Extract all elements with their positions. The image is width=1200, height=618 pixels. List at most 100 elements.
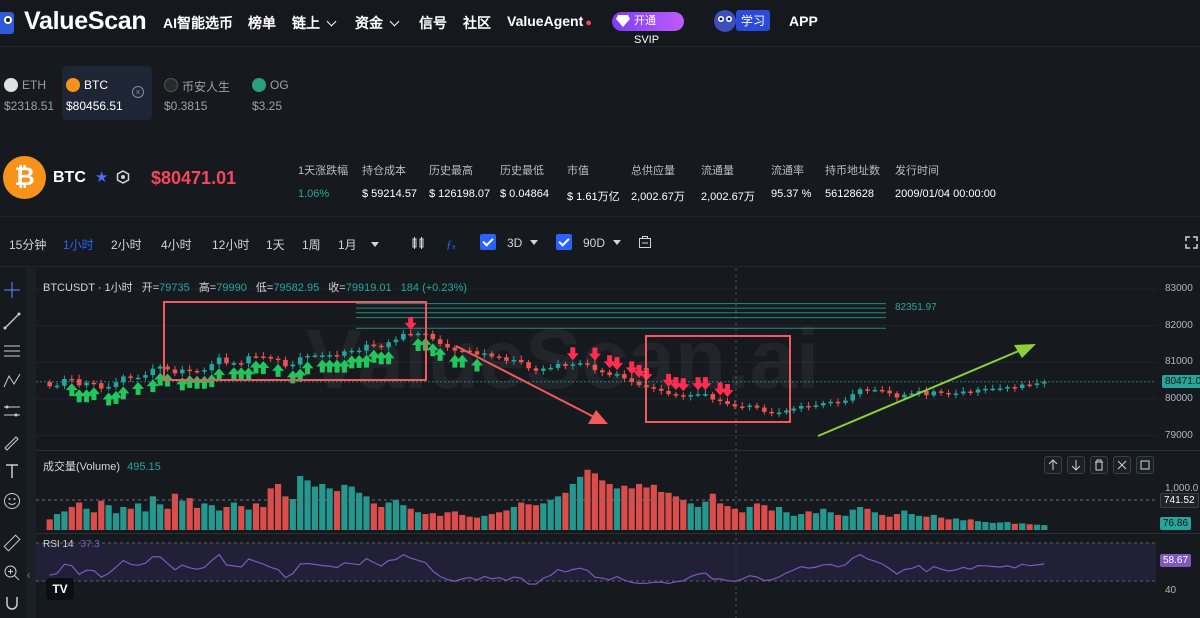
delete-pane-button[interactable]: [1090, 456, 1108, 474]
candle-body: [474, 351, 480, 355]
chart-area[interactable]: ValueScan.ai: [36, 268, 1200, 618]
divider: [0, 266, 1200, 267]
candle-body: [76, 379, 82, 386]
volume-bar: [481, 515, 488, 530]
coin-tab-btc[interactable]: BTC $80456.51 ×: [62, 66, 152, 120]
timeframe-1w[interactable]: 1周: [302, 236, 321, 253]
nav-valueagent[interactable]: ValueAgent ●: [507, 13, 592, 29]
tradingview-logo-icon[interactable]: TV: [46, 578, 74, 600]
timeframe-4h[interactable]: 4小时: [161, 236, 192, 253]
volume-bar: [363, 496, 370, 530]
chevron-left-icon[interactable]: ‹: [27, 570, 30, 581]
candle-body: [320, 355, 325, 357]
toolbar-collapse-strip[interactable]: [26, 268, 36, 618]
timeframe-12h[interactable]: 12小时: [212, 236, 249, 253]
nav-community[interactable]: 社区: [463, 13, 491, 33]
volume-bar: [908, 514, 915, 530]
candle-body: [297, 357, 303, 365]
nav-ranking[interactable]: 榜单: [248, 13, 276, 33]
candle-body: [54, 385, 60, 388]
price-axis-label: 80000: [1165, 393, 1193, 404]
top-nav: ValueScan AI智能选币 榜单 链上 资金 信号 社区 ValueAge…: [0, 0, 1200, 46]
zoom-icon[interactable]: [2, 563, 22, 583]
timeframe-2h[interactable]: 2小时: [111, 236, 142, 253]
volume-bar: [599, 480, 606, 530]
candle-body: [577, 363, 583, 365]
study-button[interactable]: 学习: [712, 8, 772, 34]
stat-market-cap: 市值 $ 1.61万亿: [567, 162, 620, 204]
candle-body: [1012, 387, 1018, 389]
crosshair-icon[interactable]: [2, 280, 22, 300]
collapse-pane-button[interactable]: [1113, 456, 1131, 474]
candle-body: [209, 364, 215, 371]
fullscreen-icon[interactable]: [1185, 236, 1198, 249]
chain-hex-icon[interactable]: [116, 170, 130, 184]
volume-bar: [798, 514, 805, 530]
coin-tab-og[interactable]: OG $3.25: [248, 66, 296, 120]
volume-bar: [901, 510, 908, 530]
volume-bar: [473, 517, 481, 530]
star-icon[interactable]: ★: [95, 168, 108, 186]
nav-signals[interactable]: 信号: [419, 13, 447, 33]
nav-funds[interactable]: 资金: [355, 13, 400, 33]
stat-value: 2,002.67万: [701, 191, 755, 203]
volume-bar: [98, 500, 105, 530]
camera-icon[interactable]: [638, 235, 652, 249]
brand-name[interactable]: ValueScan: [24, 7, 147, 36]
volume-bar: [709, 493, 716, 530]
candle-body: [673, 394, 679, 396]
volume-bar: [938, 517, 945, 530]
maximize-pane-button[interactable]: [1136, 456, 1154, 474]
pane-divider: [36, 450, 1200, 451]
brush-icon[interactable]: [2, 431, 22, 451]
volume-bar: [245, 509, 252, 530]
nav-ai-coin-select[interactable]: AI智能选币: [163, 13, 233, 33]
magnet-icon[interactable]: [2, 593, 22, 613]
legend-low: 79582.95: [273, 282, 320, 294]
volume-bar: [1004, 522, 1011, 530]
volume-bar: [76, 502, 83, 530]
checkbox-3d[interactable]: [480, 234, 496, 250]
volume-bar: [768, 510, 775, 530]
indicator-fx-icon[interactable]: ƒx: [445, 236, 459, 250]
ruler-icon[interactable]: [2, 533, 22, 553]
svip-button[interactable]: 开通 SVIP: [612, 12, 684, 46]
dropdown-90d[interactable]: 90D: [583, 236, 622, 250]
timeframe-1h[interactable]: 1小时: [63, 236, 94, 253]
volume-bar: [378, 506, 385, 530]
nav-onchain[interactable]: 链上: [292, 13, 337, 33]
dropdown-3d[interactable]: 3D: [507, 236, 539, 250]
text-icon[interactable]: [2, 461, 22, 481]
fib-icon[interactable]: [2, 341, 22, 361]
stat-label: 市值: [567, 165, 589, 177]
volume-bar: [186, 498, 193, 530]
candle-body: [828, 401, 833, 404]
nav-funds-label: 资金: [355, 15, 383, 31]
coin-tab-binance-life[interactable]: 币安人生 $0.3815: [160, 66, 240, 120]
measure-icon[interactable]: [2, 401, 22, 421]
checkbox-90d[interactable]: [556, 234, 572, 250]
timeframe-15m[interactable]: 15分钟: [9, 236, 46, 253]
candle-style-icon[interactable]: [411, 236, 425, 250]
study-label: 学习: [736, 10, 771, 31]
legend-change: 184 (+0.23%): [400, 282, 468, 294]
stat-total-supply: 总供应量 2,002.67万: [631, 162, 685, 204]
move-up-button[interactable]: [1044, 456, 1062, 474]
move-down-button[interactable]: [1067, 456, 1085, 474]
volume-bar: [304, 480, 311, 530]
candle-body: [872, 389, 878, 392]
timeframe-1m-dropdown[interactable]: 1月: [338, 236, 379, 253]
pattern-icon[interactable]: [2, 371, 22, 391]
nav-app[interactable]: APP: [789, 13, 818, 29]
brand-logo-icon[interactable]: [0, 6, 20, 38]
timeframe-1d[interactable]: 1天: [266, 236, 285, 253]
close-icon[interactable]: ×: [132, 86, 144, 98]
bitcoin-icon: ₿: [3, 156, 46, 199]
emoji-icon[interactable]: [2, 491, 22, 511]
volume-bar: [636, 483, 643, 530]
trendline-icon[interactable]: [2, 311, 22, 331]
volume-bar: [149, 496, 156, 530]
coin-tab-eth[interactable]: ETH $2318.51: [0, 66, 54, 120]
buy-signal-arrow: [257, 360, 270, 374]
coin-tab-name: 币安人生: [182, 80, 231, 94]
